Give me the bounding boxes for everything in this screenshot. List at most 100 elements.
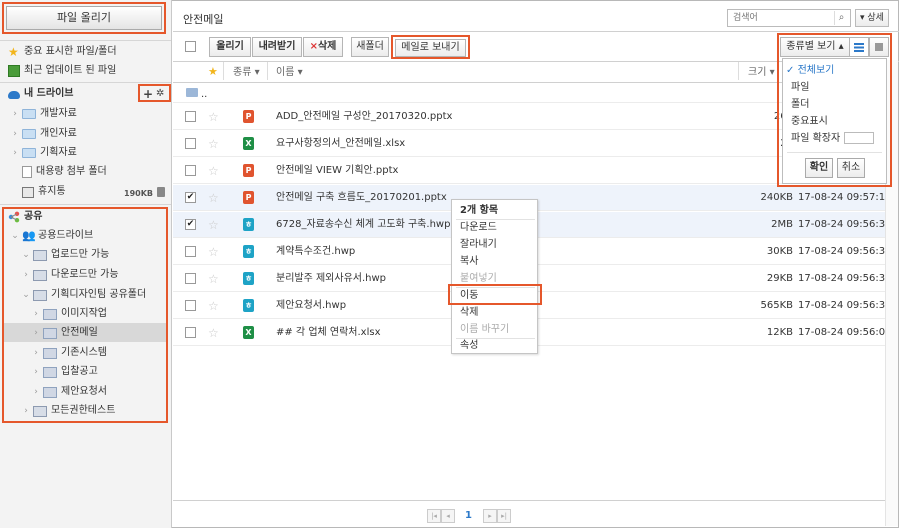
chevron-down-icon[interactable]: ⌄ — [21, 286, 31, 304]
star-column-icon[interactable]: ★ — [208, 66, 218, 78]
share-header[interactable]: 공유 — [8, 209, 42, 225]
star-toggle-icon[interactable]: ☆ — [208, 110, 219, 124]
tree-safe-mail[interactable]: › 안전메일 — [31, 324, 98, 342]
view-option-starred[interactable]: 중요표시 — [791, 114, 828, 130]
view-option-extension[interactable]: 파일 확장자 — [791, 131, 875, 147]
row-checkbox[interactable] — [185, 165, 196, 176]
search-input[interactable] — [728, 10, 828, 26]
chevron-right-icon[interactable]: › — [31, 383, 41, 401]
my-drive-header[interactable]: 내 드라이브 — [8, 86, 73, 102]
tree-legacy-system[interactable]: › 기존시스템 — [31, 344, 107, 362]
row-checkbox[interactable]: ✔ — [185, 192, 196, 203]
chevron-right-icon[interactable]: › — [21, 402, 31, 420]
tree-public-drive[interactable]: ⌄ 👥 공용드라이브 — [10, 227, 93, 245]
star-toggle-icon[interactable]: ☆ — [208, 164, 219, 178]
star-toggle-icon[interactable]: ☆ — [208, 245, 219, 259]
tree-download-only[interactable]: › 다운로드만 가능 — [21, 266, 119, 284]
file-name[interactable]: ## 각 업체 연락처.xlsx — [276, 327, 381, 339]
select-all-checkbox[interactable] — [185, 41, 196, 52]
ctx-delete[interactable]: 삭제 — [460, 304, 478, 321]
ppt-file-icon: P — [243, 164, 254, 177]
view-option-folder[interactable]: 폴더 — [791, 97, 809, 113]
sidebar-item-personal[interactable]: › 개인자료 — [10, 125, 77, 143]
ctx-download[interactable]: 다운로드 — [460, 219, 497, 236]
sidebar-item-planning[interactable]: › 기획자료 — [10, 144, 77, 162]
first-page-button[interactable]: |◂ — [427, 509, 441, 523]
tree-planning-shared[interactable]: ⌄ 기획디자인팀 공유폴더 — [21, 286, 146, 304]
prev-page-button[interactable]: ◂ — [441, 509, 455, 523]
add-icon[interactable]: + — [143, 87, 153, 101]
sidebar-starred[interactable]: ★ 중요 표시한 파일/폴더 — [8, 44, 117, 60]
view-option-all[interactable]: ✓ 전체보기 — [786, 63, 834, 79]
chevron-right-icon[interactable]: › — [10, 105, 20, 123]
star-toggle-icon[interactable]: ☆ — [208, 137, 219, 151]
file-name[interactable]: 6728_자료송수신 체계 고도화 구축.hwp — [276, 219, 450, 231]
sidebar-item-label: 개인자료 — [40, 128, 77, 139]
chevron-right-icon[interactable]: › — [31, 363, 41, 381]
star-toggle-icon[interactable]: ☆ — [208, 218, 219, 232]
file-name[interactable]: 계약특수조건.hwp — [276, 246, 355, 258]
extension-input[interactable] — [844, 132, 875, 144]
ctx-rename[interactable]: 이름 바꾸기 — [460, 321, 509, 338]
column-type[interactable]: 종류 ▾ — [233, 66, 260, 80]
search-icon[interactable]: ⌕ — [834, 11, 848, 25]
row-checkbox[interactable] — [185, 111, 196, 122]
download-button[interactable]: 내려받기 — [252, 37, 302, 57]
next-page-button[interactable]: ▸ — [483, 509, 497, 523]
chevron-right-icon[interactable]: › — [31, 324, 41, 342]
sidebar-item-large-attach[interactable]: 대용량 첨부 폴더 — [22, 163, 107, 181]
current-page[interactable]: 1 — [465, 510, 472, 521]
sidebar-item-dev[interactable]: › 개발자료 — [10, 105, 77, 123]
column-size[interactable]: 크기 ▾ — [748, 66, 775, 80]
row-checkbox[interactable] — [185, 138, 196, 149]
ctx-copy[interactable]: 복사 — [460, 253, 478, 270]
sidebar-recent[interactable]: 최근 업데이트 된 파일 — [8, 63, 116, 79]
ctx-properties[interactable]: 속성 — [460, 337, 478, 354]
star-toggle-icon[interactable]: ☆ — [208, 326, 219, 340]
file-name[interactable]: 안전메일 VIEW 기획안.pptx — [276, 165, 398, 177]
new-folder-button[interactable]: 새폴더 — [351, 37, 389, 57]
file-name[interactable]: ADD_안전메일 구성안_20170320.pptx — [276, 111, 452, 123]
empty-trash-icon[interactable] — [157, 187, 165, 197]
star-toggle-icon[interactable]: ☆ — [208, 272, 219, 286]
chevron-right-icon[interactable]: › — [31, 344, 41, 362]
chevron-down-icon[interactable]: ⌄ — [21, 246, 31, 264]
share-title: 공유 — [24, 211, 43, 222]
folder-icon — [43, 386, 57, 398]
tree-rfp[interactable]: › 제안요청서 — [31, 383, 107, 401]
send-mail-button[interactable]: 메일로 보내기 — [395, 39, 466, 57]
file-size: 12KB — [766, 327, 793, 338]
row-checkbox[interactable]: ✔ — [185, 219, 196, 230]
file-name[interactable]: 제안요청서.hwp — [276, 300, 346, 312]
row-checkbox[interactable] — [185, 327, 196, 338]
row-checkbox[interactable] — [185, 246, 196, 257]
file-name[interactable]: 요구사항정의서_안전메일.xlsx — [276, 138, 405, 150]
chevron-right-icon[interactable]: › — [10, 144, 20, 162]
tree-all-permission[interactable]: › 모든권한테스트 — [21, 402, 115, 420]
chevron-down-icon[interactable]: ⌄ — [10, 227, 20, 245]
row-checkbox[interactable] — [185, 300, 196, 311]
upload-button[interactable]: 올리기 — [209, 37, 251, 57]
gear-icon[interactable]: ✲ — [156, 88, 164, 99]
confirm-button[interactable]: 확인 — [805, 158, 833, 178]
row-checkbox[interactable] — [185, 273, 196, 284]
sidebar-item-trash[interactable]: 휴지통 — [22, 183, 66, 201]
view-option-file[interactable]: 파일 — [791, 80, 809, 96]
detail-search-button[interactable]: ▾ 상세 — [855, 9, 889, 27]
star-toggle-icon[interactable]: ☆ — [208, 299, 219, 313]
ctx-cut[interactable]: 잘라내기 — [460, 236, 497, 253]
file-name[interactable]: 분리발주 제외사유서.hwp — [276, 273, 386, 285]
chevron-right-icon[interactable]: › — [10, 125, 20, 143]
upload-file-button[interactable]: 파일 올리기 — [6, 6, 162, 30]
chevron-right-icon[interactable]: › — [31, 305, 41, 323]
cancel-button[interactable]: 취소 — [837, 158, 865, 178]
chevron-right-icon[interactable]: › — [21, 266, 31, 284]
column-name[interactable]: 이름 ▾ — [276, 66, 303, 80]
tree-upload-only[interactable]: ⌄ 업로드만 가능 — [21, 246, 109, 264]
star-toggle-icon[interactable]: ☆ — [208, 191, 219, 205]
file-name[interactable]: 안전메일 구축 흐름도_20170201.pptx — [276, 192, 447, 204]
tree-image-work[interactable]: › 이미지작업 — [31, 305, 107, 323]
last-page-button[interactable]: ▸| — [497, 509, 511, 523]
delete-button[interactable]: ×삭제 — [303, 37, 343, 57]
tree-bid-notice[interactable]: › 입찰공고 — [31, 363, 98, 381]
